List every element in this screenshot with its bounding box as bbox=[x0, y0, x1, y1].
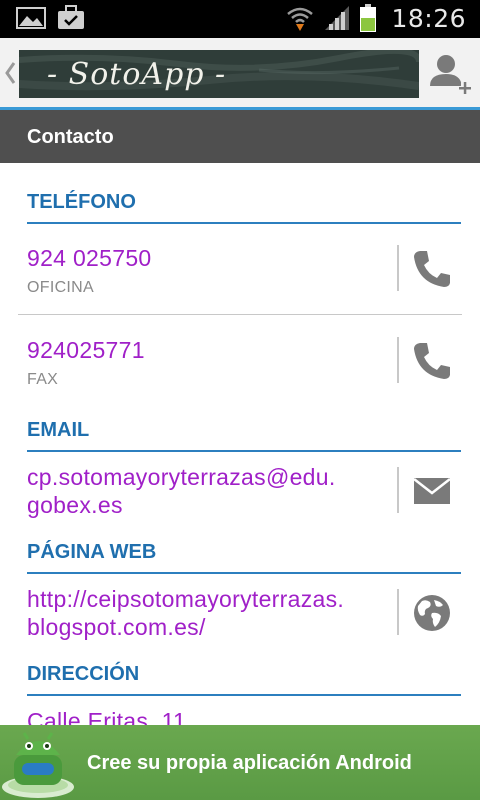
app-banner[interactable]: - SotoApp - bbox=[19, 50, 419, 98]
web-url[interactable]: http://ceipsotomayoryterrazas. blogspot.… bbox=[27, 585, 397, 641]
address-value[interactable]: Calle Eritas, 11 bbox=[27, 707, 387, 725]
phone-label: OFICINA bbox=[27, 279, 94, 296]
section-header-email: EMAIL bbox=[27, 419, 461, 452]
add-person-icon[interactable] bbox=[428, 50, 472, 98]
email-line-1: cp.sotomayoryterrazas@edu. bbox=[27, 464, 336, 490]
battery-icon bbox=[360, 4, 377, 32]
status-bar: 18:26 bbox=[0, 0, 480, 38]
page-title: Contacto bbox=[27, 126, 114, 148]
phone-label: FAX bbox=[27, 371, 59, 388]
separator bbox=[397, 337, 399, 383]
ad-text: Cree su propia aplicación Android bbox=[87, 752, 412, 774]
briefcase-check-icon bbox=[58, 5, 84, 29]
clock: 18:26 bbox=[391, 3, 466, 33]
phone-number[interactable]: 924025771 bbox=[27, 336, 387, 364]
ad-banner[interactable]: Cree su propia aplicación Android bbox=[0, 725, 480, 800]
section-header-telefono: TELÉFONO bbox=[27, 191, 461, 224]
separator bbox=[397, 589, 399, 635]
separator bbox=[397, 467, 399, 513]
mail-icon[interactable] bbox=[410, 469, 454, 513]
system-icons: 18:26 bbox=[285, 3, 466, 33]
phone-number[interactable]: 924 025750 bbox=[27, 244, 387, 272]
separator bbox=[397, 245, 399, 291]
contact-details: TELÉFONO 924 025750 OFICINA 924025771 FA… bbox=[0, 163, 480, 725]
chevron-left-icon[interactable] bbox=[3, 60, 17, 86]
signal-icon bbox=[325, 6, 350, 30]
screen: 18:26 - SotoApp - Contacto TELÉFONO 924 … bbox=[0, 0, 480, 800]
divider bbox=[18, 314, 462, 315]
notification-icons bbox=[16, 5, 86, 31]
web-line-2: blogspot.com.es/ bbox=[27, 614, 206, 640]
phone-icon[interactable] bbox=[410, 339, 454, 383]
email-address[interactable]: cp.sotomayoryterrazas@edu. gobex.es bbox=[27, 463, 397, 519]
action-bar: - SotoApp - bbox=[0, 38, 480, 110]
image-icon bbox=[16, 7, 46, 29]
web-line-1: http://ceipsotomayoryterrazas. bbox=[27, 586, 345, 612]
android-robot-icon bbox=[2, 732, 74, 798]
globe-icon[interactable] bbox=[410, 591, 454, 635]
app-title: - SotoApp - bbox=[47, 56, 227, 92]
section-header-direccion: DIRECCIÓN bbox=[27, 663, 461, 696]
section-header-web: PÁGINA WEB bbox=[27, 541, 461, 574]
email-line-2: gobex.es bbox=[27, 492, 123, 518]
phone-icon[interactable] bbox=[410, 247, 454, 291]
wifi-icon bbox=[287, 7, 314, 31]
title-bar: Contacto bbox=[0, 110, 480, 163]
